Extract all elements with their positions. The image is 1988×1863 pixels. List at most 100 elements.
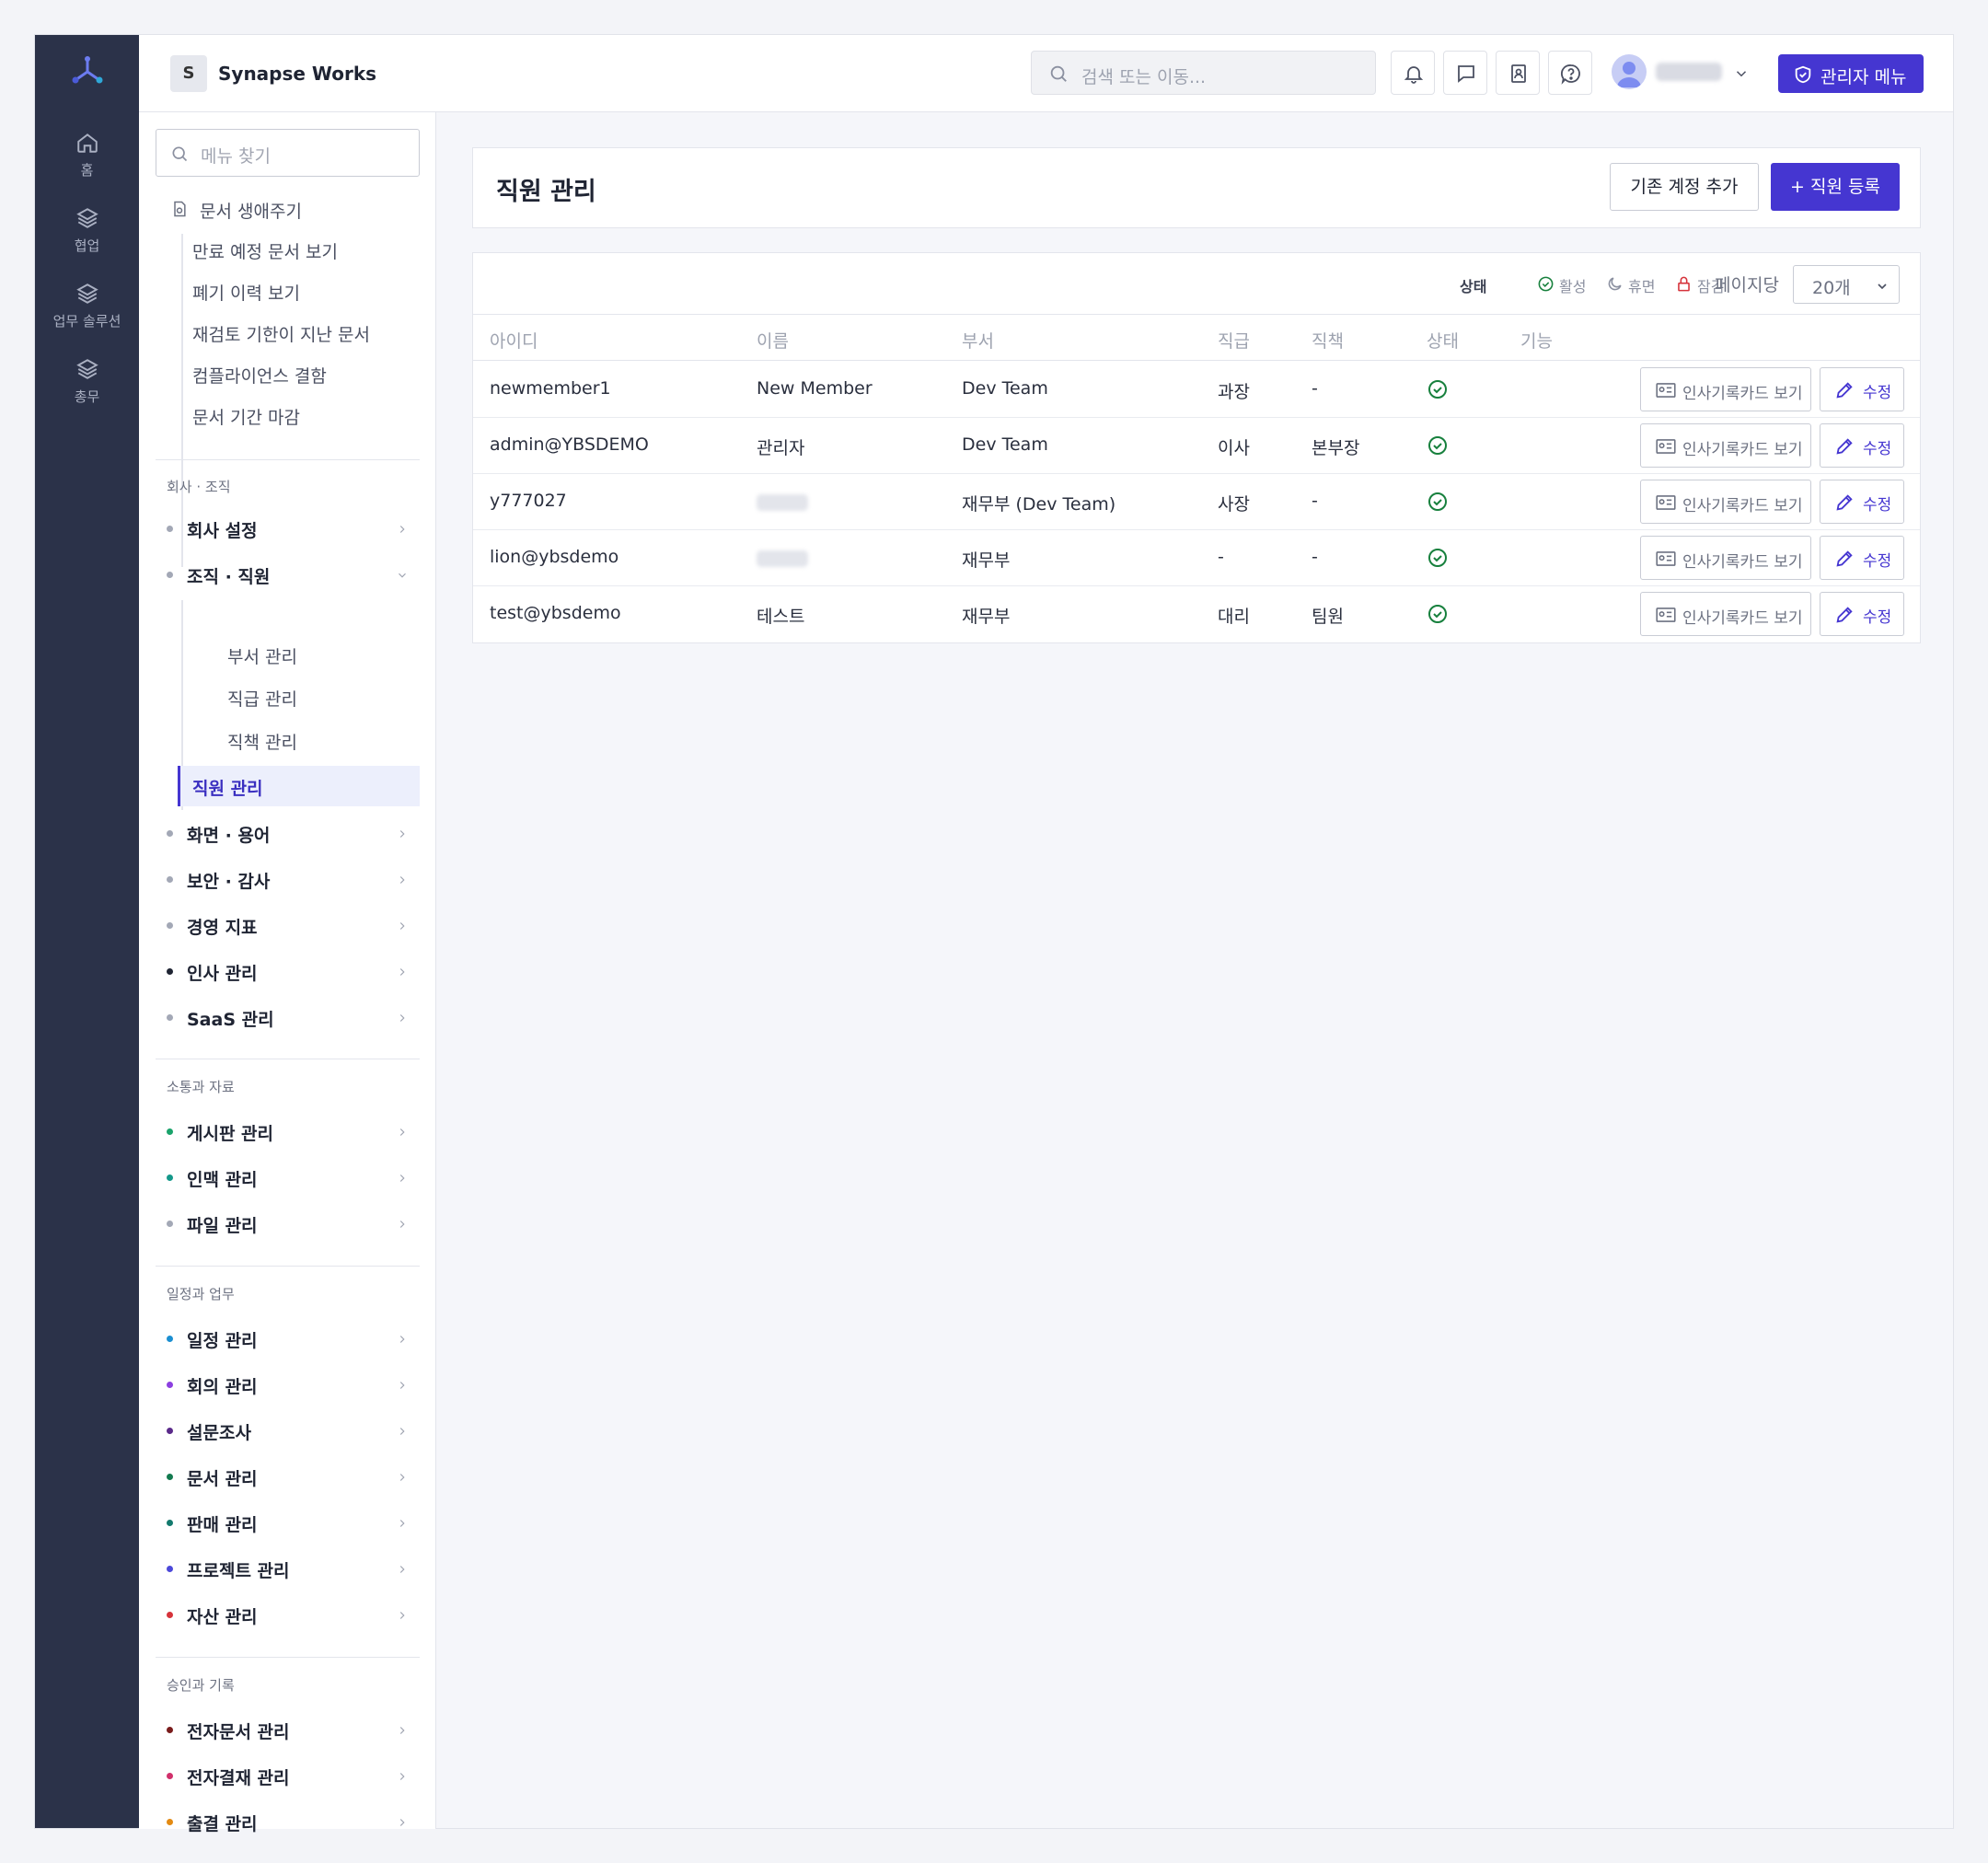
submenu-position-mgmt[interactable]: 직책 관리 xyxy=(227,729,297,754)
admin-sidebar: 메뉴 찾기 문서 생애주기 만료 예정 문서 보기 폐기 이력 보기 재검토 기… xyxy=(139,112,436,1834)
nav-item-company-settings[interactable]: 회사 설정 xyxy=(156,510,420,547)
submenu-compliance-defects[interactable]: 컴플라이언스 결함 xyxy=(192,363,327,388)
global-search-input[interactable]: 검색 또는 이동... xyxy=(1031,51,1376,95)
nav-label: 출결 관리 xyxy=(187,1814,258,1834)
id-card-icon xyxy=(1656,551,1676,566)
view-hr-card-label: 인사기록카드 보기 xyxy=(1682,553,1803,572)
brand-name[interactable]: Synapse Works xyxy=(218,63,376,85)
contacts-button[interactable] xyxy=(1496,51,1540,95)
table-row: admin@YBSDEMO 관리자 Dev Team 이사 본부장 인사기록카드… xyxy=(473,418,1920,474)
legend-dormant-label: 휴면 xyxy=(1628,278,1656,295)
user-avatar[interactable] xyxy=(1612,54,1647,89)
cell-id: y777027 xyxy=(490,491,567,511)
rail-item-general-affairs[interactable]: 총무 xyxy=(35,357,139,406)
nav-item-file-mgmt[interactable]: 파일 관리 xyxy=(156,1205,420,1242)
nav-dot xyxy=(167,1474,173,1480)
edit-staff-button[interactable]: 수정 xyxy=(1820,536,1904,580)
nav-item-org-staff[interactable]: 조직 · 직원 xyxy=(156,556,420,593)
view-hr-card-button[interactable]: 인사기록카드 보기 xyxy=(1640,592,1811,636)
nav-item-sales-mgmt[interactable]: 판매 관리 xyxy=(156,1504,420,1541)
nav-item-hr-mgmt[interactable]: 인사 관리 xyxy=(156,953,420,989)
nav-item-meeting-mgmt[interactable]: 회의 관리 xyxy=(156,1366,420,1403)
table-row: lion@ybsdemo 재무부 - - 인사기록카드 보기 수정 xyxy=(473,530,1920,586)
cell-dept: Dev Team xyxy=(962,378,1048,399)
submenu-dept-mgmt[interactable]: 부서 관리 xyxy=(227,643,297,668)
app-logo[interactable] xyxy=(69,53,106,90)
submenu-overdue-review[interactable]: 재검토 기한이 지난 문서 xyxy=(192,321,370,346)
edit-staff-button[interactable]: 수정 xyxy=(1820,592,1904,636)
shield-check-icon xyxy=(1795,65,1811,84)
cell-rank: 과장 xyxy=(1218,382,1250,402)
col-id: 아이디 xyxy=(490,331,538,352)
nav-item-board-mgmt[interactable]: 게시판 관리 xyxy=(156,1113,420,1150)
col-dept: 부서 xyxy=(962,331,994,352)
nav-item-asset-mgmt[interactable]: 자산 관리 xyxy=(156,1596,420,1633)
chevron-right-icon xyxy=(399,830,405,838)
nav-label: 자산 관리 xyxy=(187,1607,258,1627)
nav-item-survey[interactable]: 설문조사 xyxy=(156,1412,420,1449)
messages-button[interactable] xyxy=(1443,51,1487,95)
cell-name: 테스트 xyxy=(757,607,805,627)
nav-item-attendance-mgmt[interactable]: 출결 관리 xyxy=(156,1803,420,1840)
col-rank: 직급 xyxy=(1218,331,1250,352)
cell-position: - xyxy=(1312,378,1318,399)
register-staff-button[interactable]: + 직원 등록 xyxy=(1771,163,1900,211)
pencil-icon xyxy=(1836,382,1853,399)
rail-label-general-affairs: 총무 xyxy=(74,388,100,405)
table-row: newmember1 New Member Dev Team 과장 - 인사기록… xyxy=(473,362,1920,418)
submenu-staff-mgmt-active[interactable]: 직원 관리 xyxy=(178,766,420,806)
edit-staff-button[interactable]: 수정 xyxy=(1820,367,1904,411)
cell-position: - xyxy=(1312,547,1318,567)
nav-item-eapproval-mgmt[interactable]: 전자결재 관리 xyxy=(156,1757,420,1794)
edit-staff-button[interactable]: 수정 xyxy=(1820,480,1904,524)
per-page-select[interactable]: 20개 xyxy=(1793,265,1900,304)
rail-item-work-solution[interactable]: 업무 솔루션 xyxy=(35,282,139,330)
cell-dept: 재무부 xyxy=(962,550,1011,571)
menu-search-input[interactable]: 메뉴 찾기 xyxy=(156,129,420,177)
submenu-rank-mgmt[interactable]: 직급 관리 xyxy=(227,686,297,711)
nav-item-saas-mgmt[interactable]: SaaS 관리 xyxy=(156,999,420,1036)
pencil-icon xyxy=(1836,494,1853,511)
view-hr-card-button[interactable]: 인사기록카드 보기 xyxy=(1640,536,1811,580)
status-active-icon xyxy=(1428,492,1447,511)
nav-dot xyxy=(167,1128,173,1135)
nav-item-security-audit[interactable]: 보안 · 감사 xyxy=(156,861,420,897)
help-button[interactable] xyxy=(1548,51,1592,95)
nav-label: 전자문서 관리 xyxy=(187,1722,290,1742)
cell-name: 관리자 xyxy=(757,438,805,458)
view-hr-card-button[interactable]: 인사기록카드 보기 xyxy=(1640,367,1811,411)
notifications-button[interactable] xyxy=(1391,51,1435,95)
nav-item-screen-terms[interactable]: 화면 · 용어 xyxy=(156,815,420,851)
chevron-down-icon[interactable] xyxy=(1733,65,1750,82)
nav-label: 문서 관리 xyxy=(187,1469,258,1489)
rail-item-collab[interactable]: 협업 xyxy=(35,206,139,255)
table-header: 아이디 이름 부서 직급 직책 상태 기능 xyxy=(473,315,1920,361)
nav-item-doc-mgmt[interactable]: 문서 관리 xyxy=(156,1458,420,1495)
view-hr-card-button[interactable]: 인사기록카드 보기 xyxy=(1640,423,1811,468)
cell-id: admin@YBSDEMO xyxy=(490,434,649,455)
moon-icon xyxy=(1608,277,1622,291)
nav-item-project-mgmt[interactable]: 프로젝트 관리 xyxy=(156,1550,420,1587)
nav-label: 보안 · 감사 xyxy=(187,872,271,892)
submenu-expiring-docs[interactable]: 만료 예정 문서 보기 xyxy=(192,238,338,263)
submenu-doc-period-close[interactable]: 문서 기간 마감 xyxy=(192,404,300,429)
add-existing-account-button[interactable]: 기존 계정 추가 xyxy=(1610,163,1759,211)
admin-menu-label: 관리자 메뉴 xyxy=(1820,67,1907,87)
nav-item-edoc-mgmt[interactable]: 전자문서 관리 xyxy=(156,1711,420,1748)
doc-lifecycle-label: 문서 생애주기 xyxy=(200,202,302,222)
user-name-redacted[interactable] xyxy=(1656,63,1722,81)
rail-item-home[interactable]: 홈 xyxy=(35,131,139,179)
cell-id: test@ybsdemo xyxy=(490,603,621,623)
admin-menu-button[interactable]: 관리자 메뉴 xyxy=(1778,54,1924,93)
chat-icon xyxy=(1458,65,1474,83)
nav-item-network-mgmt[interactable]: 인맥 관리 xyxy=(156,1159,420,1196)
edit-staff-button[interactable]: 수정 xyxy=(1820,423,1904,468)
page-header-card: 직원 관리 기존 계정 추가 + 직원 등록 xyxy=(472,147,1921,228)
view-hr-card-button[interactable]: 인사기록카드 보기 xyxy=(1640,480,1811,524)
pencil-icon xyxy=(1836,438,1853,455)
nav-item-schedule-mgmt[interactable]: 일정 관리 xyxy=(156,1320,420,1357)
view-hr-card-label: 인사기록카드 보기 xyxy=(1682,385,1803,403)
nav-dot xyxy=(167,1819,173,1825)
nav-item-mgmt-metrics[interactable]: 경영 지표 xyxy=(156,907,420,943)
submenu-disposal-history[interactable]: 폐기 이력 보기 xyxy=(192,280,300,305)
